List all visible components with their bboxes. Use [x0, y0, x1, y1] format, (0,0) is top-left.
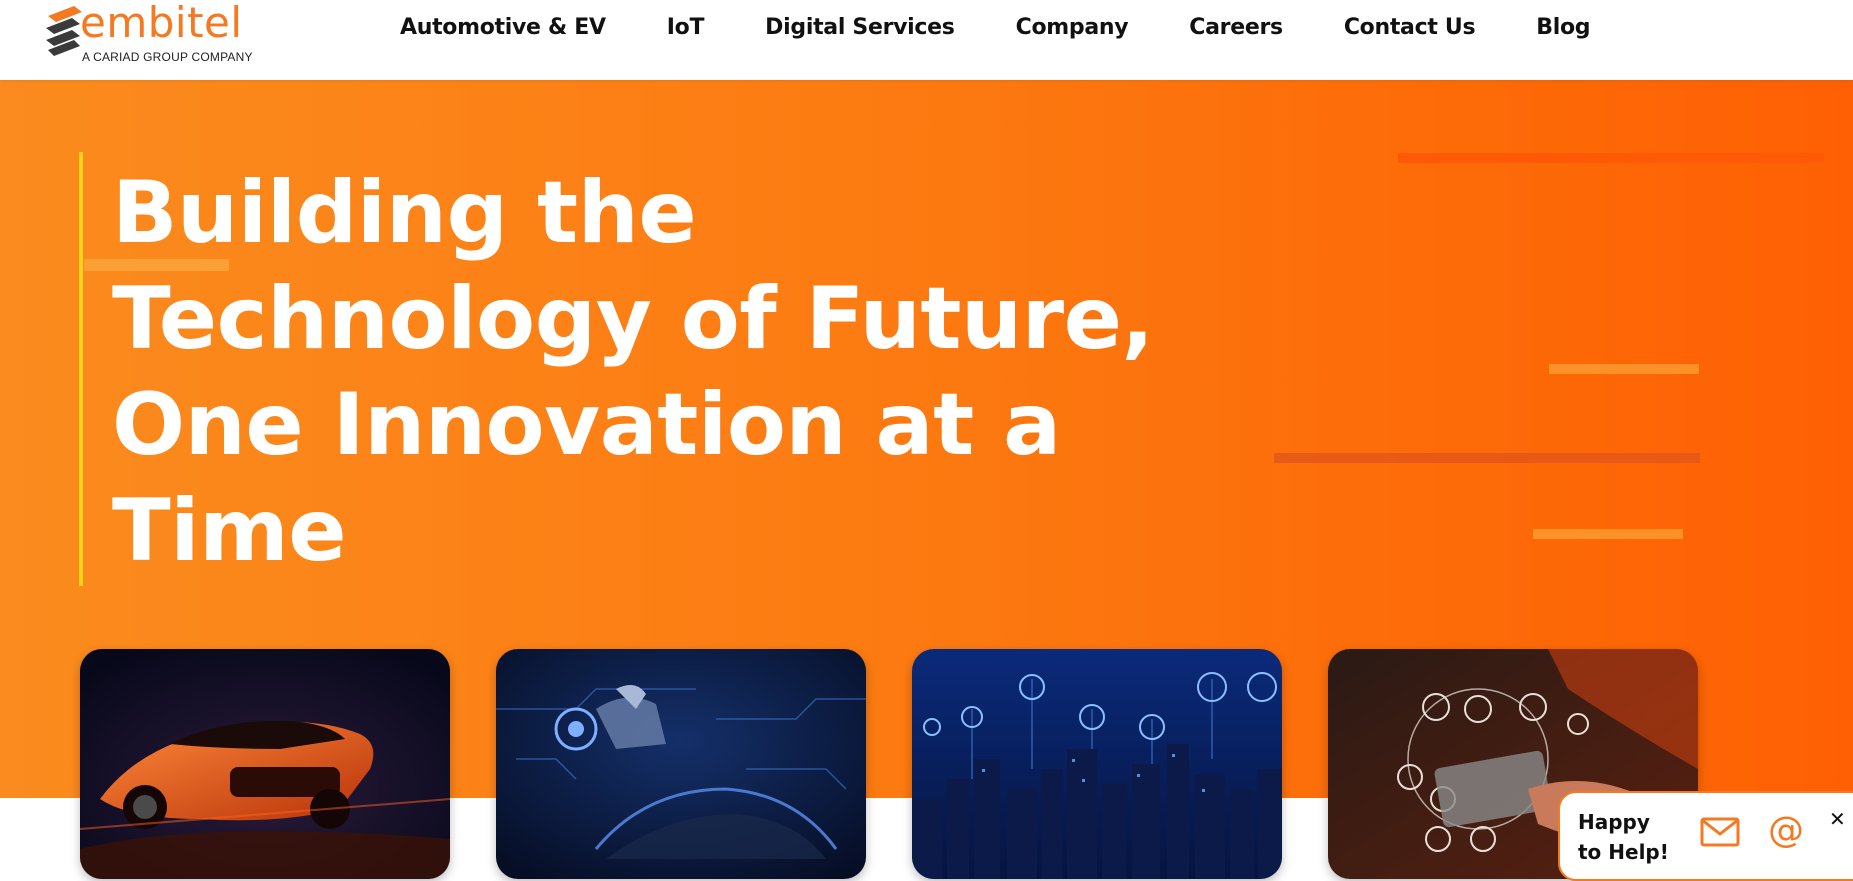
brand-tagline: A CARIAD GROUP COMPANY	[82, 50, 253, 64]
sports-car-image	[80, 649, 450, 879]
nav-item-digital-services[interactable]: Digital Services	[765, 15, 955, 40]
hero-title-line: Time	[112, 481, 347, 581]
decorative-stripe	[1549, 364, 1699, 374]
help-widget: Happy to Help! @ ✕	[1558, 791, 1853, 881]
hero-title: Building the Technology of Future, One I…	[112, 160, 1212, 584]
nav-item-automotive-ev[interactable]: Automotive & EV	[400, 15, 606, 40]
main-nav: Automotive & EV IoT Digital Services Com…	[400, 0, 1591, 54]
nav-item-careers[interactable]: Careers	[1189, 15, 1283, 40]
card-digital-mobility[interactable]	[496, 649, 866, 879]
help-widget-text: Happy to Help!	[1578, 807, 1669, 867]
help-text-line1: Happy	[1578, 810, 1650, 834]
nav-item-company[interactable]: Company	[1016, 15, 1129, 40]
card-automotive[interactable]	[80, 649, 450, 879]
close-icon[interactable]: ✕	[1829, 807, 1846, 831]
hero-title-line: Building the	[112, 163, 697, 263]
decorative-stripe	[1274, 453, 1700, 463]
hero-title-line: One Innovation at a	[112, 375, 1061, 475]
site-header: embitel A CARIAD GROUP COMPANY Automotiv…	[0, 0, 1853, 80]
help-text-line2: to Help!	[1578, 840, 1669, 864]
wireframe-vehicle-image	[496, 649, 866, 879]
at-icon[interactable]: @	[1768, 813, 1804, 849]
hero-title-line: Technology of Future,	[112, 269, 1154, 369]
mail-icon[interactable]	[1700, 817, 1740, 847]
nav-item-iot[interactable]: IoT	[667, 15, 705, 40]
nav-item-contact-us[interactable]: Contact Us	[1344, 15, 1476, 40]
embitel-logo[interactable]: embitel A CARIAD GROUP COMPANY	[44, 0, 284, 66]
nav-item-blog[interactable]: Blog	[1536, 15, 1590, 40]
decorative-stripe	[1533, 529, 1683, 539]
hero-accent-bar	[79, 152, 83, 586]
decorative-stripe	[1398, 153, 1824, 163]
logo-stack-icon	[46, 6, 82, 56]
card-iot-smart-city[interactable]	[912, 649, 1282, 879]
brand-name: embitel	[80, 0, 243, 47]
smart-city-image	[912, 649, 1282, 879]
